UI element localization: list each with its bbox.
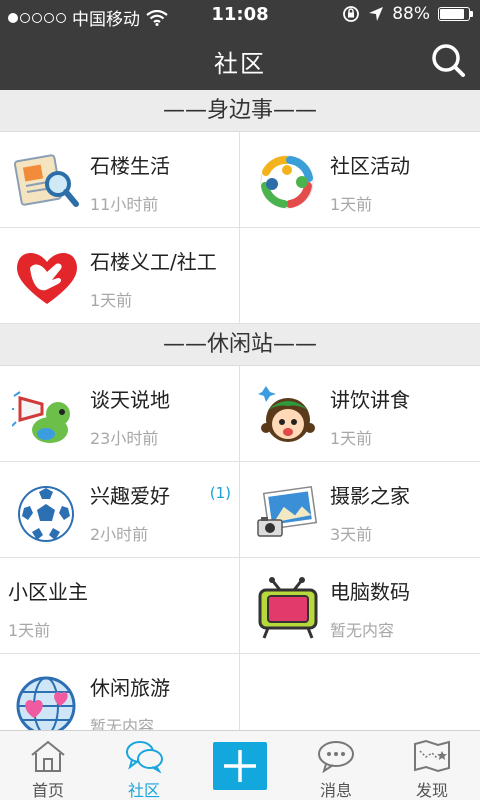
board-updated-time: 1天前 (330, 195, 373, 214)
message-icon (318, 741, 354, 773)
section-header-leisure: ——休闲站—— (0, 324, 480, 366)
home-icon (31, 740, 65, 772)
board-item-volunteer[interactable]: 石楼义工/社工 1天前 (0, 228, 240, 324)
board-title: 休闲旅游 (90, 676, 170, 700)
section-header-nearby: ——身边事—— (0, 90, 480, 132)
globe-hearts-icon (16, 676, 76, 730)
board-title: 石楼生活 (90, 154, 170, 178)
board-title: 社区活动 (330, 154, 410, 178)
board-updated-time: 3天前 (330, 525, 373, 544)
board-updated-time: 23小时前 (90, 429, 159, 448)
tab-label: 消息 (319, 781, 352, 800)
girl-face-icon (258, 386, 315, 442)
people-circle-icon (260, 155, 314, 209)
board-updated-time: 11小时前 (90, 195, 159, 214)
board-title: 谈天说地 (90, 388, 170, 412)
board-title: 摄影之家 (330, 484, 410, 508)
megaphone-bird-icon (12, 391, 70, 443)
heart-hand-icon (17, 253, 77, 304)
board-item-shilou-life[interactable]: 石楼生活 11小时前 (0, 132, 240, 228)
nav-bar: 社区 (0, 30, 480, 90)
board-updated-time: 1天前 (330, 429, 373, 448)
soccer-ball-icon (18, 486, 74, 542)
rotation-lock-icon (343, 6, 360, 22)
board-updated-time: 暂无内容 (90, 717, 155, 730)
map-icon (414, 739, 450, 773)
section-grid-leisure: 谈天说地 23小时前 讲饮讲食 1天前 兴趣爱好 (1) 2小时前 摄影之家 3… (0, 366, 480, 730)
board-item-travel[interactable]: 休闲旅游 暂无内容 (0, 654, 240, 730)
chat-bubbles-icon (126, 741, 163, 773)
board-item-community-activity[interactable]: 社区活动 1天前 (240, 132, 480, 228)
board-title: 电脑数码 (330, 580, 410, 604)
plus-icon (224, 750, 256, 782)
tab-home[interactable]: 首页 (0, 731, 96, 800)
search-icon[interactable] (430, 42, 466, 78)
community-content: ——身边事—— 石楼生活 11小时前 社区活动 1天前 石楼义工/社工 1天前 … (0, 90, 480, 730)
board-item-photography[interactable]: 摄影之家 3天前 (240, 462, 480, 558)
camera-photo-icon (257, 485, 318, 537)
tab-messages[interactable]: 消息 (288, 731, 384, 800)
empty-cell (240, 228, 480, 324)
status-bar: 中国移动 11:08 88% (0, 0, 480, 30)
section-grid-nearby: 石楼生活 11小时前 社区活动 1天前 石楼义工/社工 1天前 (0, 132, 480, 324)
post-plus-button[interactable] (213, 742, 267, 790)
tab-bar: 首页 社区 消息 发现 (0, 730, 480, 800)
battery-icon (438, 7, 473, 21)
battery-percent: 88% (392, 4, 430, 24)
board-item-owners[interactable]: 小区业主 1天前 (0, 558, 240, 654)
board-updated-time: 1天前 (90, 291, 133, 310)
tv-icon (258, 577, 318, 639)
status-right: 88% (342, 4, 473, 24)
page-title: 社区 (214, 50, 266, 78)
board-item-food[interactable]: 讲饮讲食 1天前 (240, 366, 480, 462)
board-updated-time: 2小时前 (90, 525, 149, 544)
board-title: 石楼义工/社工 (90, 250, 217, 274)
board-item-hobbies[interactable]: 兴趣爱好 (1) 2小时前 (0, 462, 240, 558)
board-item-chat[interactable]: 谈天说地 23小时前 (0, 366, 240, 462)
location-arrow-icon (369, 7, 384, 21)
board-item-digital[interactable]: 电脑数码 暂无内容 (240, 558, 480, 654)
board-title: 小区业主 (8, 580, 88, 604)
tab-label: 社区 (127, 781, 160, 800)
board-title: 讲饮讲食 (330, 388, 410, 412)
tab-label: 首页 (31, 781, 64, 800)
tab-discover[interactable]: 发现 (384, 731, 480, 800)
board-updated-time: 1天前 (8, 621, 51, 640)
tab-community[interactable]: 社区 (96, 731, 192, 800)
tab-label: 发现 (415, 781, 448, 800)
board-title: 兴趣爱好 (90, 484, 170, 508)
unread-badge: (1) (209, 484, 231, 502)
empty-cell (240, 654, 480, 730)
scroll-magnifier-icon (13, 154, 79, 207)
board-updated-time: 暂无内容 (330, 621, 395, 640)
